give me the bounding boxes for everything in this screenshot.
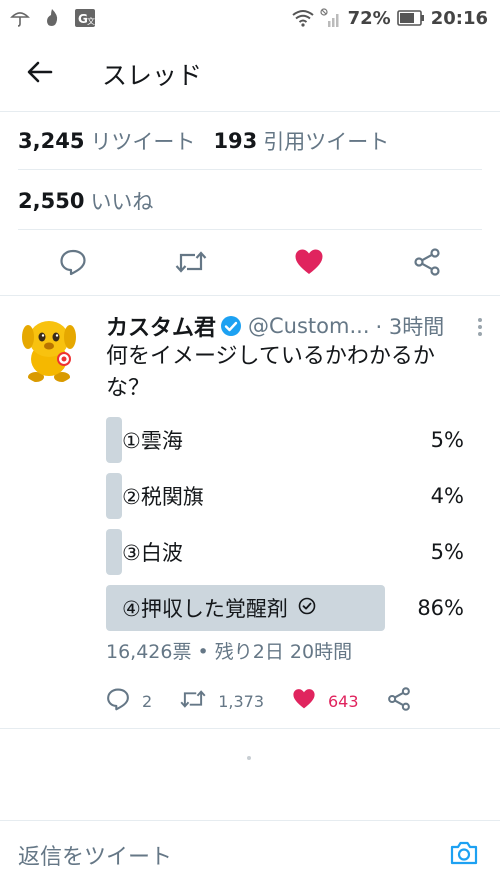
tweet-action-bar: 2 1,373 643 bbox=[106, 683, 436, 719]
tweet-text: 何をイメージしているかわかるかな？ bbox=[106, 344, 435, 401]
poll-option: ①雲海 5% bbox=[106, 417, 468, 463]
signal-icon bbox=[320, 8, 342, 28]
camera-button[interactable] bbox=[448, 839, 480, 871]
back-arrow-icon bbox=[27, 61, 53, 87]
share-icon bbox=[413, 247, 441, 280]
retweet-count: 1,373 bbox=[218, 691, 264, 711]
camera-icon bbox=[449, 840, 479, 870]
share-button[interactable] bbox=[397, 239, 457, 289]
tweet-share-button[interactable] bbox=[387, 687, 411, 715]
author-name[interactable]: カスタム君 bbox=[106, 310, 216, 342]
reply-count: 2 bbox=[142, 691, 153, 711]
flame-icon bbox=[42, 8, 62, 28]
loading-dot bbox=[247, 756, 251, 760]
check-circle-icon bbox=[298, 596, 316, 620]
poll-option-percent: 5% bbox=[430, 540, 464, 564]
status-left: G文 bbox=[10, 8, 96, 28]
tweet-header: カスタム君 @Custom... · 3時間 bbox=[106, 311, 490, 341]
reply-composer: 返信をツイート bbox=[0, 820, 500, 889]
poll-meta: 16,426票 • 残り2日 20時間 bbox=[106, 641, 353, 663]
like-count-label[interactable]: いいね bbox=[90, 186, 153, 216]
verified-icon bbox=[220, 315, 242, 337]
poll-option-label: ③白波 bbox=[122, 541, 183, 565]
poll: ①雲海 5% ②税関旗 4% ③白波 5% ④押収した覚醒剤 86% bbox=[106, 417, 468, 641]
umbrella-icon bbox=[10, 8, 30, 28]
retweet-icon bbox=[180, 688, 206, 714]
wifi-icon bbox=[291, 9, 314, 27]
like-count: 2,550 bbox=[18, 188, 85, 213]
clock: 20:16 bbox=[430, 7, 488, 29]
status-bar: G文 72% 20:16 bbox=[0, 0, 500, 36]
page-title: スレッド bbox=[102, 60, 203, 90]
poll-option-percent: 5% bbox=[430, 428, 464, 452]
reply-button[interactable] bbox=[43, 239, 103, 289]
tweet-retweet-button[interactable]: 1,373 bbox=[180, 688, 264, 714]
poll-option: ②税関旗 4% bbox=[106, 473, 468, 519]
reply-input[interactable]: 返信をツイート bbox=[18, 839, 172, 871]
status-right: 72% 20:16 bbox=[291, 7, 488, 29]
tweet-reply-button[interactable]: 2 bbox=[106, 687, 152, 715]
reply-icon bbox=[106, 687, 130, 715]
poll-option-percent: 86% bbox=[417, 596, 464, 620]
translate-icon: G文 bbox=[74, 8, 96, 28]
like-button[interactable] bbox=[279, 239, 339, 289]
quote-count: 193 bbox=[213, 128, 258, 153]
tweet-like-button[interactable]: 643 bbox=[292, 688, 359, 714]
retweet-count: 3,245 bbox=[18, 128, 85, 153]
back-button[interactable] bbox=[0, 36, 80, 112]
poll-option-label: ②税関旗 bbox=[122, 485, 204, 509]
tweet[interactable]: カスタム君 @Custom... · 3時間 何をイメージしているかわかるかな？… bbox=[0, 297, 500, 729]
retweet-icon bbox=[175, 249, 207, 279]
poll-option-percent: 4% bbox=[430, 484, 464, 508]
quote-count-label[interactable]: 引用ツイート bbox=[263, 126, 389, 156]
svg-text:文: 文 bbox=[87, 16, 95, 26]
retweet-stats: 3,245 リツイート 193 引用ツイート bbox=[18, 112, 482, 170]
heart-icon bbox=[292, 688, 316, 714]
share-icon bbox=[387, 687, 411, 715]
app-header: スレッド bbox=[0, 36, 500, 112]
battery-icon bbox=[396, 10, 425, 26]
like-stats: 2,550 いいね bbox=[18, 172, 482, 230]
author-handle[interactable]: @Custom... bbox=[248, 314, 369, 338]
battery-percent: 72% bbox=[347, 7, 391, 29]
poll-option: ③白波 5% bbox=[106, 529, 468, 575]
avatar[interactable] bbox=[14, 315, 84, 385]
more-vertical-icon[interactable] bbox=[470, 315, 490, 339]
reply-icon bbox=[59, 248, 87, 280]
poll-option-label: ①雲海 bbox=[122, 429, 183, 453]
heart-icon bbox=[294, 248, 324, 280]
retweet-button[interactable] bbox=[161, 239, 221, 289]
retweet-count-label[interactable]: リツイート bbox=[90, 126, 195, 156]
main-action-bar bbox=[0, 232, 500, 296]
like-count-inline: 643 bbox=[328, 691, 359, 711]
tweet-time: · 3時間 bbox=[375, 315, 445, 339]
poll-option-label: ④押収した覚醒剤 bbox=[106, 593, 316, 623]
poll-option-winning: ④押収した覚醒剤 86% bbox=[106, 585, 468, 631]
